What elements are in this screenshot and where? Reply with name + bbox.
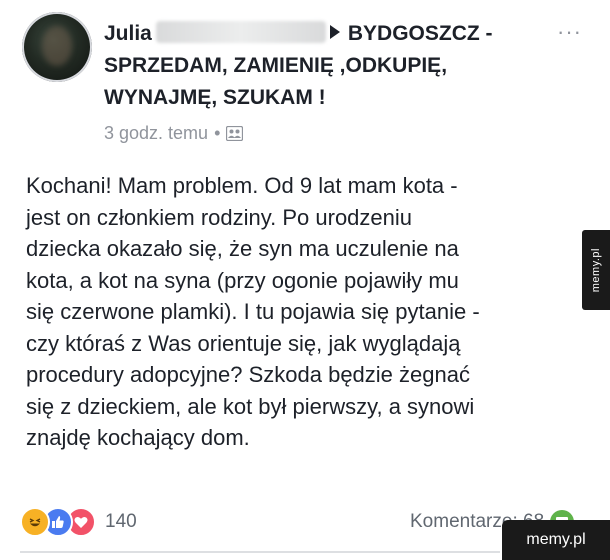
haha-icon [20, 507, 50, 537]
post-header: Julia BYDGOSZCZ - SPRZEDAM, ZAMIENIĘ ,ODK… [104, 18, 544, 114]
group-name-line3[interactable]: WYNAJMĘ, SZUKAM ! [104, 86, 326, 109]
reactions-bar[interactable]: 140 [20, 507, 137, 537]
group-name-line1[interactable]: BYDGOSZCZ - [348, 22, 493, 45]
facebook-post: Julia BYDGOSZCZ - SPRZEDAM, ZAMIENIĘ ,ODK… [0, 0, 610, 560]
more-horizontal-icon[interactable]: ··· [557, 21, 582, 43]
divider [20, 551, 500, 553]
meta-separator: • [214, 123, 221, 143]
corner-watermark: memy.pl [502, 520, 610, 560]
avatar-photo [42, 26, 72, 66]
side-watermark: memy.pl [582, 230, 610, 310]
group-members-icon [226, 126, 244, 141]
arrow-right-icon [329, 25, 340, 39]
reaction-count[interactable]: 140 [105, 511, 137, 533]
post-body: Kochani! Mam problem. Od 9 lat mam kota … [26, 173, 480, 450]
redacted-surname [155, 21, 326, 43]
post-timestamp[interactable]: 3 godz. temu [104, 123, 208, 144]
post-meta: 3 godz. temu • [104, 123, 244, 144]
author-avatar[interactable] [22, 12, 92, 82]
corner-watermark-text: memy.pl [526, 531, 586, 548]
side-watermark-text: memy.pl [590, 247, 602, 293]
author-name[interactable]: Julia [104, 22, 152, 45]
group-name-line2[interactable]: SPRZEDAM, ZAMIENIĘ ,ODKUPIĘ, [104, 54, 447, 77]
